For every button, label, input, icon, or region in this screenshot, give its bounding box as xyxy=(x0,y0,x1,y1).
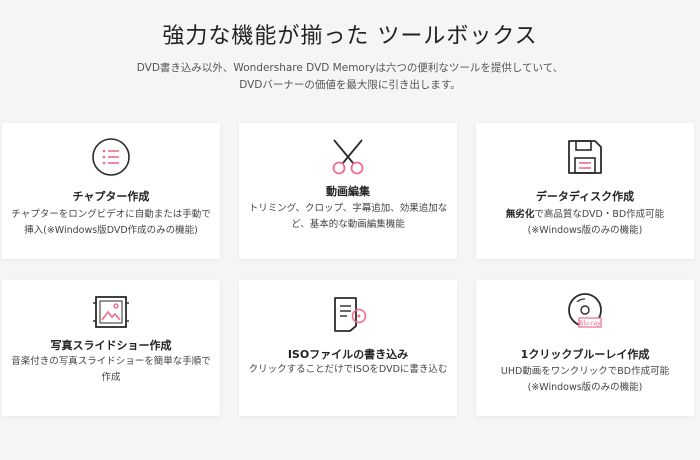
card-desc-line-2: ど、基本的な動画編集機能 xyxy=(291,219,405,230)
feature-card-video-edit[interactable]: 動画編集 トリミング、クロップ、字幕追加、効果追加な ど、基本的な動画編集機能 xyxy=(239,123,457,259)
feature-card-data-disc[interactable]: データディスク作成 無劣化で高品質なDVD・BD作成可能 (※Windows版の… xyxy=(476,123,694,259)
feature-card-photo-slideshow[interactable]: 写真スライドショー作成 音楽付きの写真スライドショーを簡単な手順で 作成 xyxy=(2,280,220,416)
feature-card-bluray[interactable]: Blu-ray 1クリックブルーレイ作成 UHD動画をワンクリックでBD作成可能… xyxy=(476,280,694,416)
card-title: 1クリックブルーレイ作成 xyxy=(520,348,650,361)
bluray-disc-icon: Blu-ray xyxy=(565,292,605,332)
card-desc-line-2: 作成 xyxy=(101,372,121,383)
card-description: 音楽付きの写真スライドショーを簡単な手順で 作成 xyxy=(8,354,214,386)
card-desc-line-1-rest: で高品質なDVD・BD作成可能 xyxy=(534,209,665,220)
scissors-icon xyxy=(328,137,368,177)
card-description: チャプターをロングビデオに自動または手動で 挿入(※Windows版DVD作成の… xyxy=(8,207,214,239)
floppy-disk-icon xyxy=(565,137,605,177)
card-desc-line-1: 無劣化で高品質なDVD・BD作成可能 xyxy=(482,207,688,223)
card-desc-line-1: チャプターをロングビデオに自動または手動で xyxy=(11,209,211,220)
card-title: 動画編集 xyxy=(326,185,370,198)
page-subtitle: DVD書き込み以外、Wondershare DVD Memoryは六つの便利なツ… xyxy=(0,60,700,94)
card-description: クリックすることだけでISOをDVDに書き込む xyxy=(245,362,451,378)
card-description: UHD動画をワンクリックでBD作成可能 (※Windows版のみの機能) xyxy=(482,364,688,396)
card-title: データディスク作成 xyxy=(535,190,635,203)
card-title: 写真スライドショー作成 xyxy=(50,339,172,352)
card-title: ISOファイルの書き込み xyxy=(287,348,409,361)
card-title: チャプター作成 xyxy=(72,190,150,203)
card-desc-line-2: (※Windows版のみの機能) xyxy=(527,382,643,393)
bluray-badge-text: Blu-ray xyxy=(579,320,601,327)
card-description: トリミング、クロップ、字幕追加、効果追加な ど、基本的な動画編集機能 xyxy=(245,201,451,233)
iso-file-icon xyxy=(328,294,368,334)
card-desc-line-2: 挿入(※Windows版DVD作成のみの機能) xyxy=(24,225,198,236)
card-desc-line-1: 音楽付きの写真スライドショーを簡単な手順で xyxy=(11,356,211,367)
page-title: 強力な機能が揃った ツールボックス xyxy=(162,24,538,49)
subtitle-line-1: DVD書き込み以外、Wondershare DVD Memoryは六つの便利なツ… xyxy=(136,62,564,74)
card-description: 無劣化で高品質なDVD・BD作成可能 (※Windows版のみの機能) xyxy=(482,207,688,239)
photo-slideshow-icon xyxy=(91,292,131,332)
feature-card-iso-burn[interactable]: ISOファイルの書き込み クリックすることだけでISOをDVDに書き込む xyxy=(239,280,457,416)
chapter-list-icon xyxy=(91,137,131,177)
card-desc-line-1: UHD動画をワンクリックでBD作成可能 xyxy=(500,366,670,377)
subtitle-line-2: DVDバーナーの価値を最大限に引き出します。 xyxy=(239,79,461,91)
card-desc-line-1: クリックすることだけでISOをDVDに書き込む xyxy=(248,364,448,375)
feature-card-chapter[interactable]: チャプター作成 チャプターをロングビデオに自動または手動で 挿入(※Window… xyxy=(2,123,220,259)
card-desc-emphasis: 無劣化 xyxy=(505,209,535,220)
card-desc-line-1: トリミング、クロップ、字幕追加、効果追加な xyxy=(248,203,448,214)
card-desc-line-2: (※Windows版のみの機能) xyxy=(527,225,643,236)
